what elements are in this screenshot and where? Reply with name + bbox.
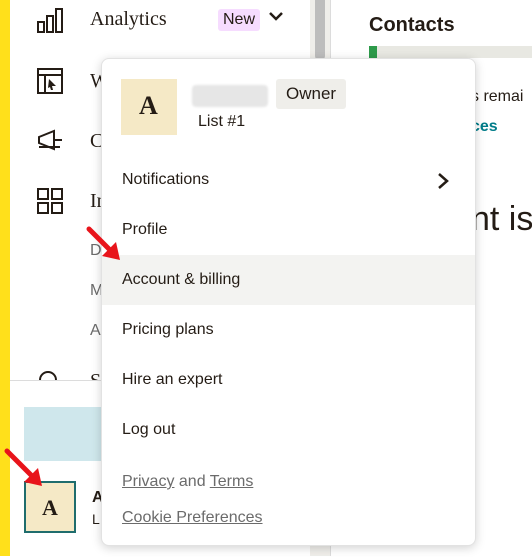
megaphone-icon <box>38 129 62 151</box>
contacts-remaining-text: s remai <box>471 88 524 105</box>
menu-item-label: Log out <box>122 421 176 438</box>
bar-chart-icon <box>37 8 63 33</box>
menu-item-account-billing[interactable]: Account & billing <box>102 255 475 305</box>
menu-item-hire-expert[interactable]: Hire an expert <box>102 355 475 405</box>
privacy-link[interactable]: Privacy <box>122 473 174 490</box>
terms-link[interactable]: Terms <box>210 473 254 490</box>
cookie-preferences-link[interactable]: Cookie Preferences <box>122 509 263 526</box>
contacts-progress-bar <box>369 46 532 58</box>
avatar-letter: A <box>42 495 58 520</box>
list-name: List #1 <box>198 113 246 130</box>
menu-item-label: Notifications <box>122 171 210 188</box>
avatar-letter: A <box>139 91 158 120</box>
legal-links: Privacy and Terms <box>122 473 253 491</box>
menu-item-notifications[interactable]: Notifications <box>102 155 475 205</box>
new-badge: New <box>218 9 261 31</box>
annotation-arrow-icon <box>4 448 42 486</box>
redacted-user-name <box>192 85 268 107</box>
menu-item-label: Account & billing <box>122 271 241 288</box>
annotation-arrow-icon <box>86 226 120 260</box>
chevron-down-icon[interactable] <box>268 8 284 29</box>
contacts-progress-fill <box>369 46 378 58</box>
sidebar-subitem[interactable]: A <box>90 322 101 340</box>
menu-item-label: Pricing plans <box>122 321 214 338</box>
grid-icon <box>37 188 63 214</box>
website-icon <box>37 68 63 94</box>
contacts-title: Contacts <box>369 14 455 36</box>
account-dropdown-menu: A Owner List #1 Notifications Profile Ac… <box>101 58 476 546</box>
and-text: and <box>178 473 206 490</box>
sidebar-item-analytics[interactable]: Analytics New <box>10 0 310 40</box>
chevron-right-icon <box>437 155 449 205</box>
menu-item-pricing-plans[interactable]: Pricing plans <box>102 305 475 355</box>
menu-item-label: Profile <box>122 221 168 238</box>
cookie-preferences-row: Cookie Preferences <box>122 509 263 527</box>
account-avatar: A <box>121 79 177 135</box>
sidebar-item-label: Analytics <box>90 8 167 30</box>
owner-badge: Owner <box>276 79 347 109</box>
main-heading: nt is <box>471 200 532 238</box>
menu-item-log-out[interactable]: Log out <box>102 405 475 455</box>
account-list-name: L <box>92 511 100 527</box>
scrollbar-thumb[interactable] <box>315 0 325 60</box>
menu-item-profile[interactable]: Profile <box>102 205 475 255</box>
menu-item-label: Hire an expert <box>122 371 223 388</box>
